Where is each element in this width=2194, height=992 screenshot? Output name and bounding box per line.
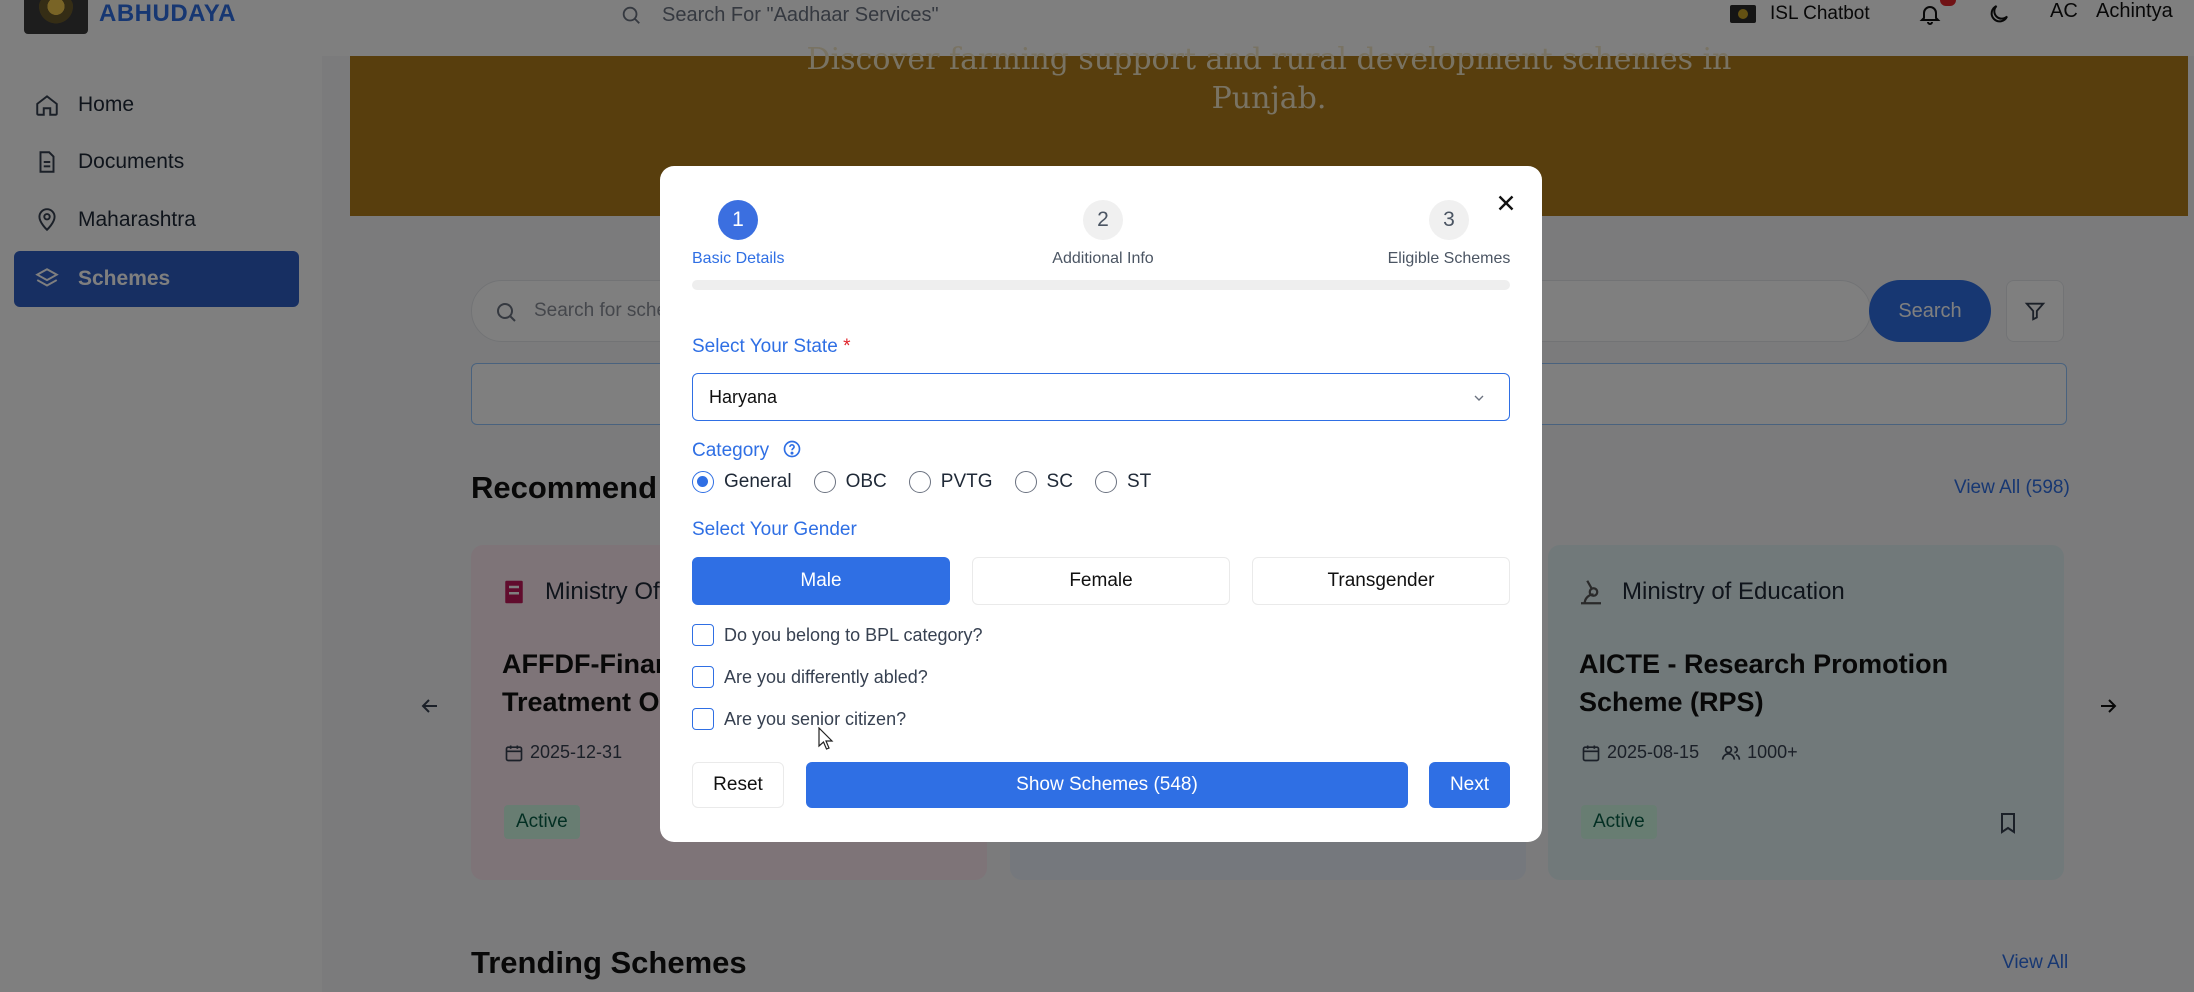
checkbox-label: Are you senior citizen? bbox=[724, 708, 907, 729]
checkbox-box[interactable] bbox=[692, 708, 714, 730]
gender-label: Select Your Gender bbox=[692, 519, 857, 540]
step-number: 2 bbox=[1083, 200, 1123, 240]
state-label-text: Select Your State bbox=[692, 336, 838, 357]
show-schemes-button[interactable]: Show Schemes (548) bbox=[806, 762, 1408, 808]
category-label: Category bbox=[692, 439, 802, 462]
gender-female-button[interactable]: Female bbox=[972, 557, 1230, 605]
category-radio-sc[interactable]: SC bbox=[1014, 471, 1073, 493]
gender-male-button[interactable]: Male bbox=[692, 557, 950, 605]
category-radio-group: General OBC PVTG SC ST bbox=[692, 471, 1173, 493]
checkbox-label: Are you differently abled? bbox=[724, 666, 928, 687]
radio-circle[interactable] bbox=[692, 471, 714, 493]
step-basic-details[interactable]: 1 Basic Details bbox=[692, 200, 784, 268]
step-number: 3 bbox=[1429, 200, 1469, 240]
help-icon[interactable] bbox=[782, 439, 802, 459]
category-radio-pvtg[interactable]: PVTG bbox=[908, 471, 993, 493]
state-select-value: Haryana bbox=[709, 387, 778, 407]
next-button[interactable]: Next bbox=[1429, 762, 1510, 808]
step-additional-info[interactable]: 2 Additional Info bbox=[1032, 200, 1174, 268]
checkbox-label: Do you belong to BPL category? bbox=[724, 624, 983, 645]
state-select[interactable]: Haryana bbox=[692, 373, 1510, 421]
radio-label: General bbox=[724, 471, 792, 492]
chevron-down-icon bbox=[1474, 395, 1484, 401]
step-label: Eligible Schemes bbox=[1387, 250, 1511, 267]
bpl-checkbox[interactable]: Do you belong to BPL category? bbox=[692, 624, 983, 646]
required-mark: * bbox=[843, 336, 851, 357]
gender-transgender-button[interactable]: Transgender bbox=[1252, 557, 1510, 605]
category-radio-general[interactable]: General bbox=[692, 471, 792, 493]
radio-circle[interactable] bbox=[813, 471, 836, 493]
step-number: 1 bbox=[718, 200, 758, 240]
senior-citizen-checkbox[interactable]: Are you senior citizen? bbox=[692, 708, 906, 730]
radio-circle[interactable] bbox=[908, 471, 931, 493]
eligibility-modal: 1 Basic Details 2 Additional Info 3 Elig… bbox=[660, 166, 1542, 842]
step-eligible-schemes[interactable]: 3 Eligible Schemes bbox=[1386, 200, 1512, 268]
radio-circle[interactable] bbox=[1094, 471, 1117, 493]
reset-button[interactable]: Reset bbox=[692, 762, 784, 808]
category-radio-obc[interactable]: OBC bbox=[813, 471, 887, 493]
radio-label: PVTG bbox=[940, 471, 993, 492]
step-label: Basic Details bbox=[692, 250, 785, 267]
radio-circle[interactable] bbox=[1014, 471, 1037, 493]
category-radio-st[interactable]: ST bbox=[1094, 471, 1152, 493]
checkbox-box[interactable] bbox=[692, 666, 714, 688]
differently-abled-checkbox[interactable]: Are you differently abled? bbox=[692, 666, 928, 688]
step-progress-bar bbox=[692, 280, 1510, 290]
radio-label: ST bbox=[1126, 471, 1152, 492]
checkbox-box[interactable] bbox=[692, 624, 714, 646]
mouse-cursor-icon bbox=[818, 727, 834, 750]
radio-label: OBC bbox=[845, 471, 887, 492]
category-label-text: Category bbox=[692, 440, 770, 461]
step-label: Additional Info bbox=[1052, 250, 1154, 267]
state-label: Select Your State * bbox=[692, 336, 850, 358]
radio-label: SC bbox=[1046, 471, 1073, 492]
